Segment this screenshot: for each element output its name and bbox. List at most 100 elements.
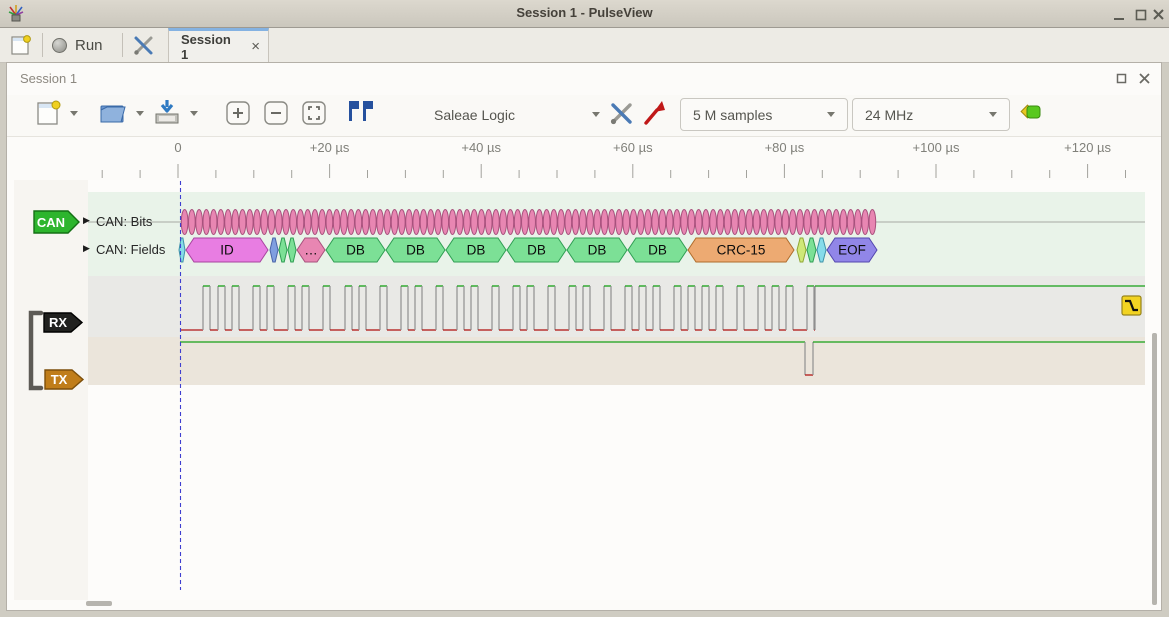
can-bits-annotations — [181, 210, 875, 235]
bit-annotation — [666, 210, 673, 235]
bit-annotation — [601, 210, 608, 235]
field-shape — [288, 238, 296, 262]
bit-annotation — [768, 210, 775, 235]
decoder-tag-can[interactable]: CAN — [34, 211, 79, 233]
bit-annotation — [442, 210, 449, 235]
vertical-scrollbar[interactable] — [1152, 333, 1157, 605]
field-label: DB — [406, 243, 425, 258]
field-annotation: DB — [628, 238, 687, 262]
bit-annotation — [536, 210, 543, 235]
field-annotation: … — [297, 238, 325, 262]
field-shape — [179, 238, 185, 262]
bit-annotation — [370, 210, 377, 235]
field-label: EOF — [838, 243, 866, 258]
bit-annotation — [616, 210, 623, 235]
bit-annotation — [225, 210, 232, 235]
bit-annotation — [210, 210, 217, 235]
row-label-can-bits: CAN: Bits — [96, 214, 152, 229]
field-annotation: DB — [507, 238, 566, 262]
bit-annotation — [246, 210, 253, 235]
bit-annotation — [348, 210, 355, 235]
bit-annotation — [304, 210, 311, 235]
bit-annotation — [587, 210, 594, 235]
bit-annotation — [818, 210, 825, 235]
field-annotation — [817, 238, 826, 262]
bit-annotation — [746, 210, 753, 235]
bit-annotation — [297, 210, 304, 235]
channel-tag-rx-label: RX — [49, 315, 67, 330]
bit-annotation — [239, 210, 246, 235]
field-annotation: DB — [326, 238, 385, 262]
bit-annotation — [261, 210, 268, 235]
bit-annotation — [847, 210, 854, 235]
bit-annotation — [674, 210, 681, 235]
bit-annotation — [362, 210, 369, 235]
bit-annotation — [283, 210, 290, 235]
channel-tag-tx-label: TX — [51, 372, 68, 387]
bit-annotation — [760, 210, 767, 235]
bit-annotation — [189, 210, 196, 235]
bit-annotation — [637, 210, 644, 235]
field-shape — [279, 238, 287, 262]
channel-tag-tx[interactable]: TX — [45, 370, 83, 389]
field-label: … — [304, 243, 318, 258]
bit-annotation — [427, 210, 434, 235]
expander-can-fields[interactable]: ▶ — [83, 243, 90, 254]
bit-annotation — [594, 210, 601, 235]
field-shape — [807, 238, 816, 262]
trigger-marker[interactable] — [1122, 296, 1141, 315]
field-label: DB — [648, 243, 667, 258]
field-annotation: DB — [567, 238, 627, 262]
bit-annotation — [420, 210, 427, 235]
bit-annotation — [645, 210, 652, 235]
bit-annotation — [217, 210, 224, 235]
bit-annotation — [391, 210, 398, 235]
bit-annotation — [464, 210, 471, 235]
row-label-can-fields: CAN: Fields — [96, 242, 165, 257]
bit-annotation — [558, 210, 565, 235]
bit-annotation — [500, 210, 507, 235]
bit-annotation — [869, 210, 876, 235]
bit-annotation — [833, 210, 840, 235]
bit-annotation — [688, 210, 695, 235]
bit-annotation — [826, 210, 833, 235]
bit-annotation — [681, 210, 688, 235]
field-annotation — [797, 238, 806, 262]
bit-annotation — [551, 210, 558, 235]
pulseview-window: { "window": {"title": "Session 1 - Pulse… — [0, 0, 1169, 617]
expander-can-bits[interactable]: ▶ — [83, 215, 90, 226]
channel-tag-rx[interactable]: RX — [44, 313, 82, 332]
bit-annotation — [456, 210, 463, 235]
field-annotation — [179, 238, 185, 262]
field-shape — [797, 238, 806, 262]
bit-annotation — [254, 210, 261, 235]
bit-annotation — [471, 210, 478, 235]
bit-annotation — [319, 210, 326, 235]
trace-canvas: ID…DBDBDBDBDBDBCRC-15EOFCANRXTX — [0, 0, 1169, 617]
bit-annotation — [290, 210, 297, 235]
bit-annotation — [377, 210, 384, 235]
bit-annotation — [514, 210, 521, 235]
field-annotation — [288, 238, 296, 262]
bit-annotation — [804, 210, 811, 235]
bit-annotation — [789, 210, 796, 235]
field-annotation: DB — [386, 238, 445, 262]
channel-group-bracket[interactable] — [31, 313, 41, 388]
bit-annotation — [355, 210, 362, 235]
bit-annotation — [811, 210, 818, 235]
bit-annotation — [181, 210, 188, 235]
bit-annotation — [775, 210, 782, 235]
bit-annotation — [529, 210, 536, 235]
bit-annotation — [782, 210, 789, 235]
bit-annotation — [695, 210, 702, 235]
bit-annotation — [406, 210, 413, 235]
bit-annotation — [384, 210, 391, 235]
bit-annotation — [855, 210, 862, 235]
bit-annotation — [623, 210, 630, 235]
field-annotation — [807, 238, 816, 262]
bit-annotation — [630, 210, 637, 235]
bit-annotation — [478, 210, 485, 235]
decoder-tag-can-label: CAN — [37, 215, 65, 230]
bit-annotation — [232, 210, 239, 235]
horizontal-scrollbar[interactable] — [86, 601, 112, 606]
